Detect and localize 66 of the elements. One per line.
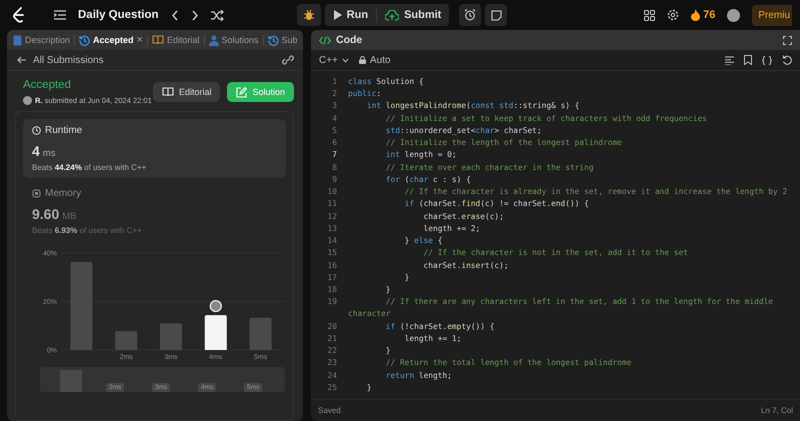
note-icon[interactable]: [490, 10, 502, 20]
cursor-position: Ln 7, Col: [760, 406, 793, 415]
language-dropdown[interactable]: C++: [319, 54, 349, 66]
braces-icon[interactable]: [762, 56, 772, 64]
beats-text: Beats 6.93% of users with C++: [32, 226, 143, 235]
caret-icon: [342, 58, 349, 62]
clock-icon: [32, 126, 41, 135]
metric-unit: ms: [42, 148, 56, 159]
tab[interactable]: Sub: [264, 30, 301, 50]
problem-title[interactable]: Daily Question: [78, 9, 159, 21]
fullscreen-icon[interactable]: [783, 36, 792, 44]
panel-title: Code: [336, 34, 362, 46]
fire-icon[interactable]: [691, 9, 700, 21]
bug-icon[interactable]: [302, 9, 315, 21]
code-icon: [319, 36, 331, 44]
list-icon[interactable]: [54, 10, 66, 20]
link-icon[interactable]: [282, 55, 294, 65]
edit-icon: [236, 86, 248, 98]
tab[interactable]: Description: [10, 30, 74, 50]
avatar-icon[interactable]: [727, 8, 740, 22]
back-link[interactable]: All Submissions: [17, 54, 104, 66]
person-icon: [208, 34, 218, 46]
metric-unit: MB: [62, 211, 76, 222]
alarm-clock-icon[interactable]: [464, 9, 476, 21]
chevron-left-icon[interactable]: [170, 10, 179, 20]
document-icon: [13, 34, 22, 46]
tab[interactable]: Editorial: [148, 30, 202, 50]
chevron-right-icon[interactable]: [190, 10, 199, 20]
memory-card[interactable]: Memory 9.60 MB Beats 6.93% of users with C++: [23, 182, 286, 241]
close-icon[interactable]: ×: [136, 34, 143, 46]
metric-value: 9.60: [32, 206, 60, 222]
auto-mode[interactable]: Auto: [358, 54, 390, 66]
book-icon: [162, 87, 174, 97]
lock-icon: [358, 56, 366, 64]
bookmark-icon[interactable]: [744, 55, 752, 65]
avatar-icon: [210, 300, 222, 312]
avatar-icon: [23, 96, 32, 105]
highlighted-bar[interactable]: [204, 315, 227, 350]
settings-icon[interactable]: [667, 9, 680, 21]
format-icon[interactable]: [725, 56, 734, 64]
shuffle-icon[interactable]: [210, 10, 224, 20]
tab[interactable]: Solutions: [206, 30, 262, 50]
status-label: Accepted: [23, 79, 72, 91]
history-icon: [79, 34, 90, 46]
run-button[interactable]: Run: [324, 4, 376, 26]
runtime-card[interactable]: Runtime 4 ms Beats 44.24% of users with C++: [23, 119, 286, 178]
logo-icon[interactable]: [12, 7, 26, 23]
overview-bar: [60, 370, 82, 392]
grid-icon[interactable]: [644, 10, 656, 20]
submit-button[interactable]: Submit: [377, 4, 450, 26]
beats-text: Beats 44.24% of users with C++: [32, 163, 148, 172]
metric-title: Memory: [45, 188, 82, 199]
reset-icon[interactable]: [782, 55, 792, 65]
play-icon: [332, 10, 342, 20]
premium-button[interactable]: Premiu: [752, 4, 792, 26]
streak-count[interactable]: 76: [703, 9, 716, 21]
arrow-left-icon: [17, 56, 26, 64]
save-status: Saved: [318, 406, 341, 415]
cloud-upload-icon: [385, 10, 400, 20]
metric-title: Runtime: [45, 125, 82, 136]
metric-value: 4: [32, 143, 40, 159]
chip-icon: [32, 189, 41, 198]
book-icon: [152, 35, 164, 45]
tab[interactable]: Accepted ×: [76, 30, 146, 50]
history-icon: [268, 34, 279, 46]
editorial-button[interactable]: Editorial: [152, 82, 220, 102]
